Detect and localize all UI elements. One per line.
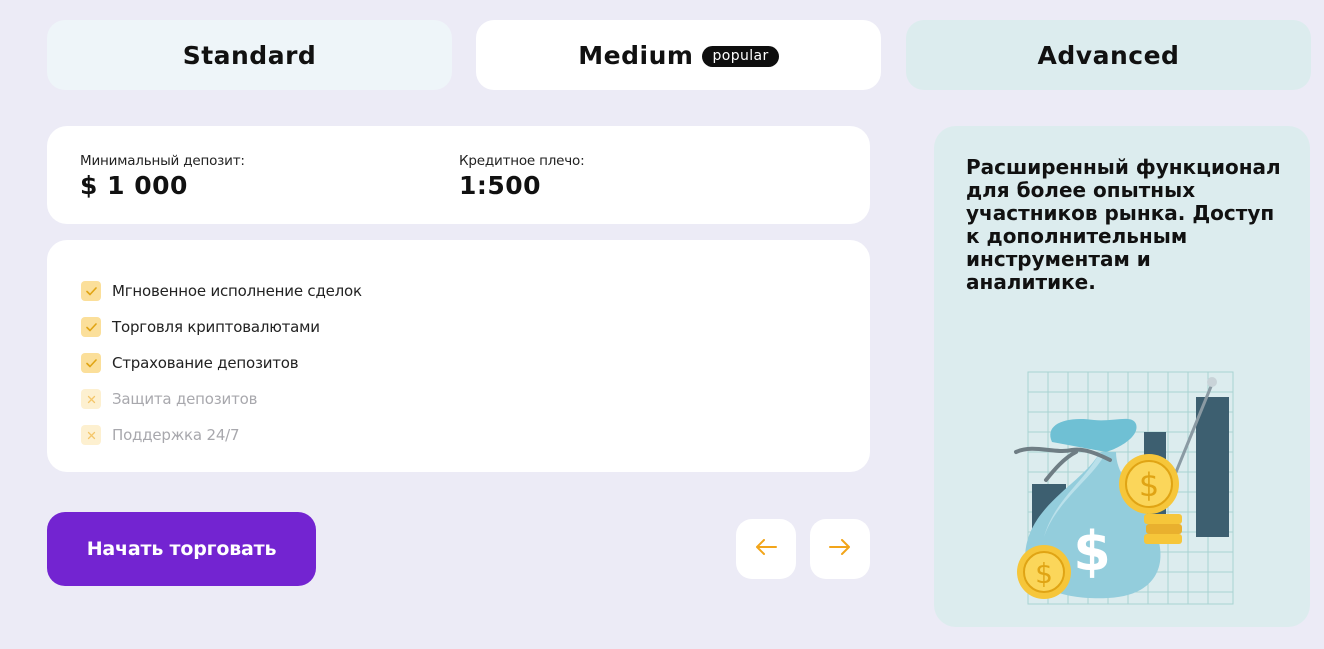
svg-text:$: $ xyxy=(1035,557,1053,590)
next-button[interactable] xyxy=(810,519,870,579)
tab-standard[interactable]: Standard xyxy=(47,20,452,90)
tab-medium[interactable]: Medium popular xyxy=(476,20,881,90)
leverage: Кредитное плечо: 1:500 xyxy=(459,153,585,200)
feature-label: Мгновенное исполнение сделок xyxy=(112,282,362,300)
plan-description-card: Расширенный функционал для более опытных… xyxy=(934,126,1310,627)
feature-label: Торговля криптовалютами xyxy=(112,318,320,336)
check-icon xyxy=(81,353,101,373)
plan-description: Расширенный функционал для более опытных… xyxy=(966,155,1281,294)
feature-item: Страхование депозитов xyxy=(81,345,362,381)
check-icon xyxy=(81,317,101,337)
feature-item: Поддержка 24/7 xyxy=(81,417,362,453)
tab-advanced-label: Advanced xyxy=(1037,40,1180,70)
feature-item: Мгновенное исполнение сделок xyxy=(81,273,362,309)
min-deposit-value: $ 1 000 xyxy=(80,171,188,200)
check-icon xyxy=(81,281,101,301)
tab-standard-label: Standard xyxy=(182,40,317,70)
popular-badge: popular xyxy=(702,45,779,67)
tab-advanced[interactable]: Advanced xyxy=(906,20,1311,90)
money-bag-illustration: $ $ $ xyxy=(1004,362,1244,616)
feature-label: Защита депозитов xyxy=(112,390,258,408)
svg-text:$: $ xyxy=(1139,466,1159,504)
arrow-right-icon xyxy=(829,539,851,559)
start-trading-button[interactable]: Начать торговать xyxy=(47,512,316,586)
feature-item: Защита депозитов xyxy=(81,381,362,417)
feature-item: Торговля криптовалютами xyxy=(81,309,362,345)
features-card: Мгновенное исполнение сделок Торговля кр… xyxy=(47,240,870,472)
leverage-value: 1:500 xyxy=(459,171,542,200)
feature-label: Страхование депозитов xyxy=(112,354,299,372)
prev-button[interactable] xyxy=(736,519,796,579)
feature-label: Поддержка 24/7 xyxy=(112,426,240,444)
min-deposit: Минимальный депозит: $ 1 000 xyxy=(80,153,245,200)
account-info-card: Минимальный депозит: $ 1 000 Кредитное п… xyxy=(47,126,870,224)
min-deposit-label: Минимальный депозит: xyxy=(80,153,245,169)
arrow-left-icon xyxy=(755,539,777,559)
leverage-label: Кредитное плечо: xyxy=(459,153,585,169)
cross-icon xyxy=(81,389,101,409)
svg-text:$: $ xyxy=(1073,520,1111,583)
tab-medium-label: Medium xyxy=(578,40,694,70)
feature-list: Мгновенное исполнение сделок Торговля кр… xyxy=(81,273,362,453)
cross-icon xyxy=(81,425,101,445)
